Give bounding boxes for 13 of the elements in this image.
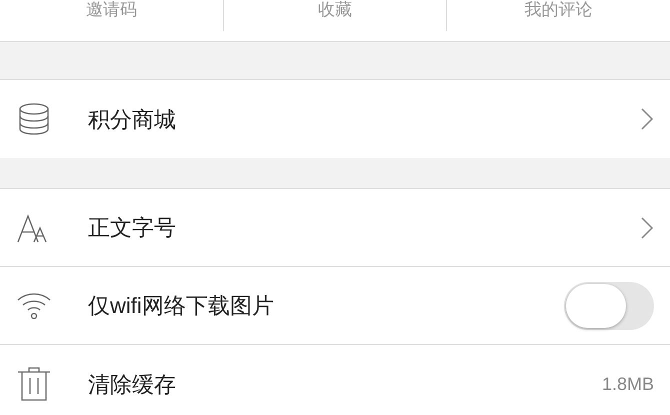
settings-label: 仅wifi网络下载图片 — [88, 292, 275, 320]
trash-icon — [16, 366, 52, 402]
settings-label: 清除缓存 — [88, 370, 177, 398]
settings-label: 积分商城 — [88, 106, 177, 134]
chevron-right-icon — [640, 107, 654, 131]
settings-row[interactable]: 仅wifi网络下载图片 — [0, 267, 670, 345]
settings-row[interactable]: 正文字号 — [0, 189, 670, 267]
settings-row[interactable]: 积分商城 — [0, 80, 670, 158]
settings-label: 正文字号 — [88, 214, 177, 242]
chevron-right-icon — [640, 216, 654, 240]
toggle-switch[interactable] — [564, 282, 654, 330]
settings-row[interactable]: 清除缓存 1.8MB — [0, 345, 670, 415]
cache-size: 1.8MB — [602, 372, 654, 396]
